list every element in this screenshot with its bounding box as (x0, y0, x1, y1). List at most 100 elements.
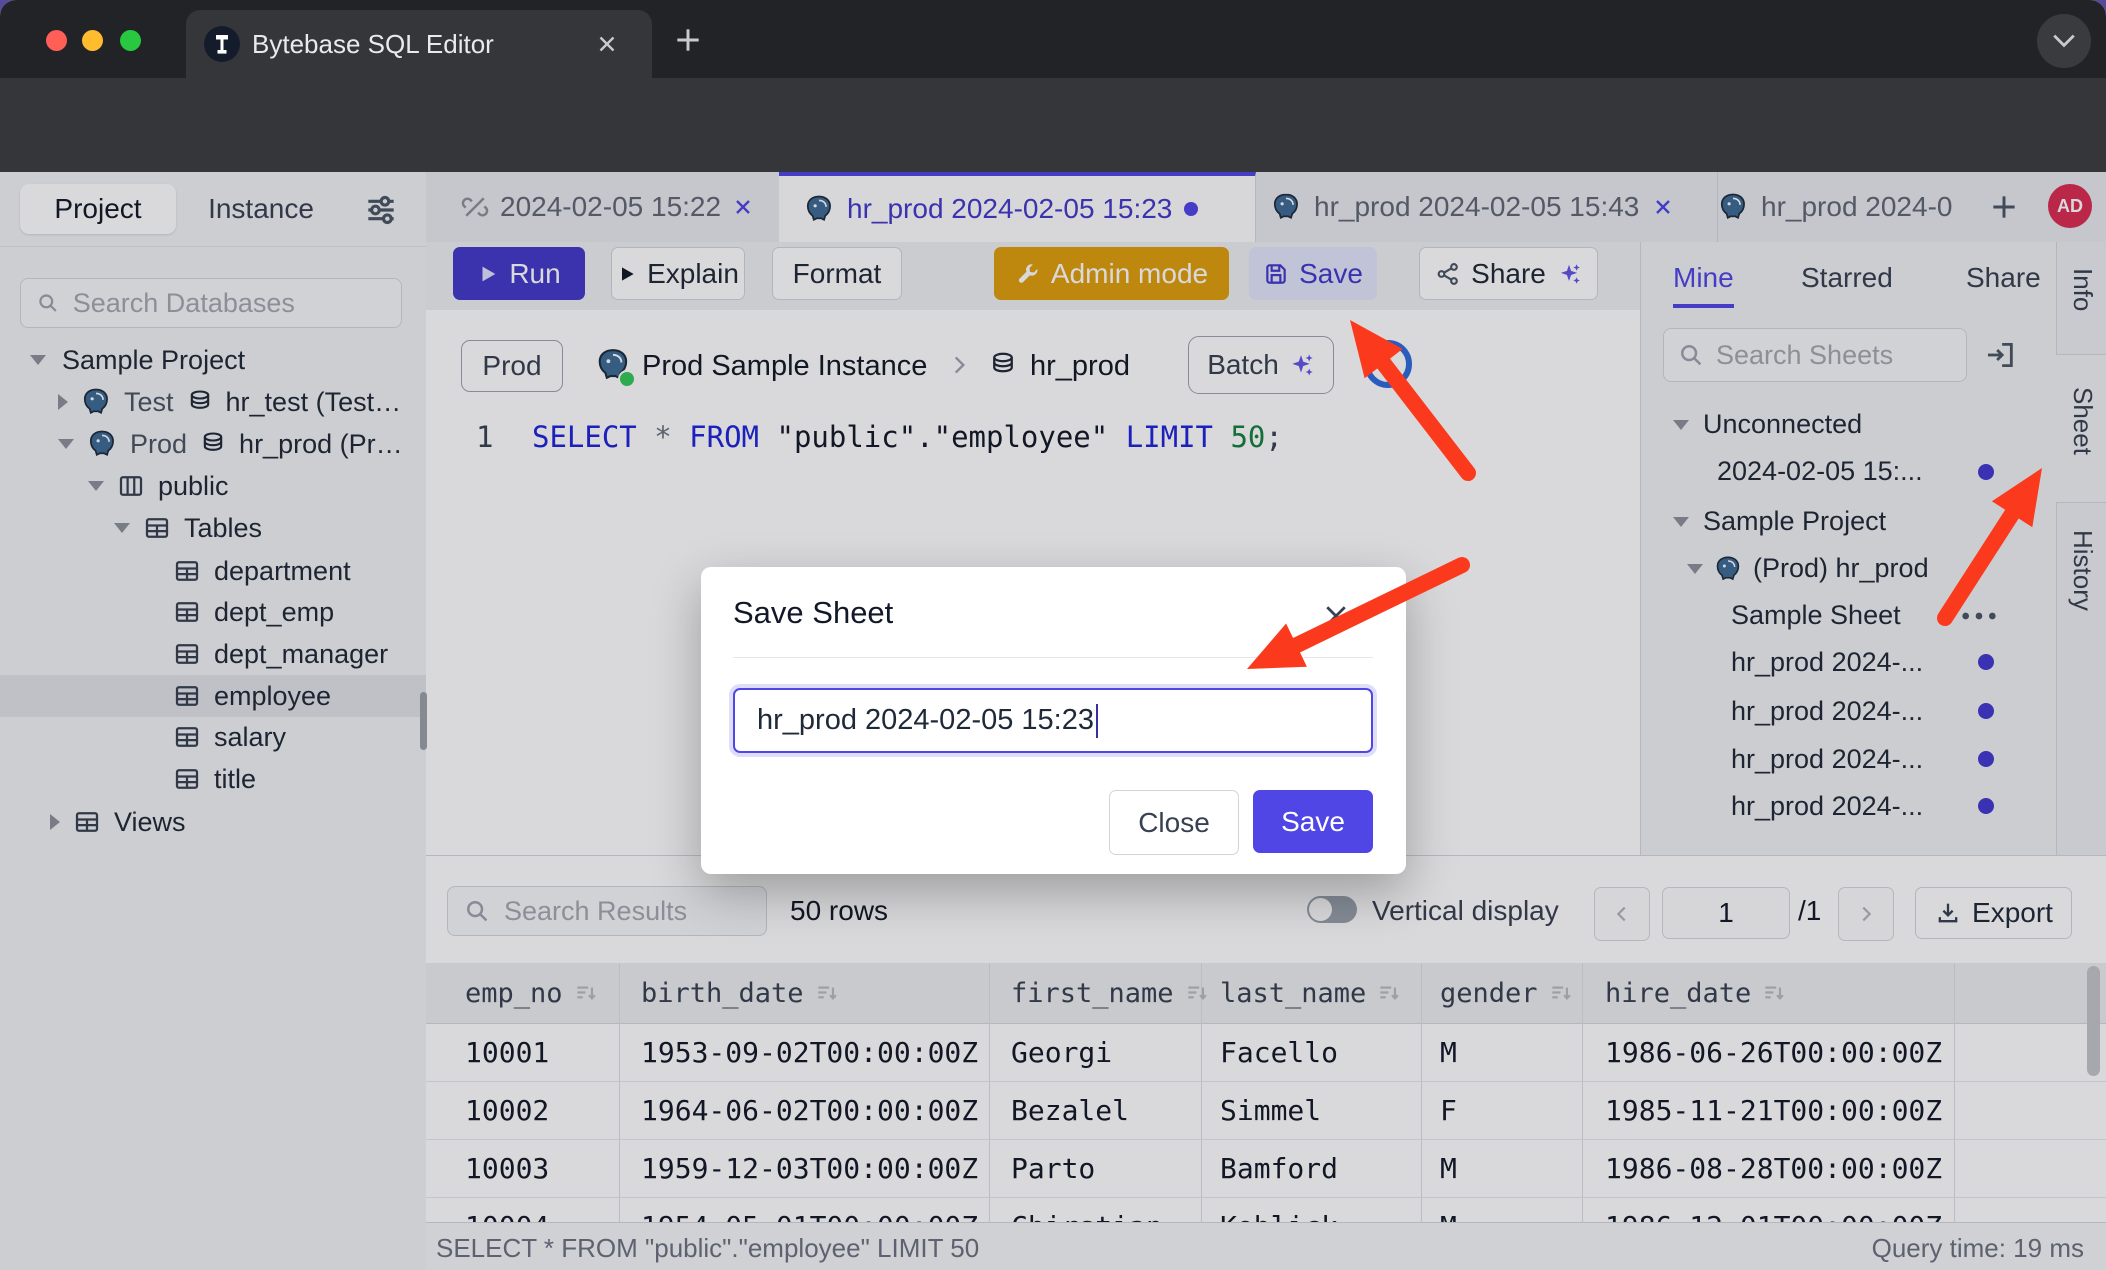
close-window-button[interactable] (46, 30, 67, 51)
save-button[interactable]: Save (1249, 247, 1377, 300)
minimize-window-button[interactable] (82, 30, 103, 51)
sort-icon[interactable] (573, 980, 599, 1006)
sidebar-resize-handle[interactable] (420, 692, 427, 750)
sort-icon[interactable] (1761, 980, 1787, 1006)
breadcrumb-database[interactable]: hr_prod (1030, 350, 1130, 383)
cell[interactable]: M (1440, 1197, 1457, 1223)
tree-item-public-schema[interactable]: public (88, 465, 229, 507)
cell[interactable]: Facello (1220, 1023, 1338, 1081)
column-header-birth-date[interactable]: birth_date (641, 963, 840, 1023)
save-confirm-button[interactable]: Save (1253, 790, 1373, 853)
sheet-item-2[interactable]: hr_prod 2024-... (1731, 688, 1923, 735)
cell[interactable]: M (1440, 1139, 1457, 1197)
sheet-group-unconnected[interactable]: Unconnected (1673, 401, 1862, 448)
tree-item-table-dept-emp[interactable]: dept_emp (172, 591, 334, 633)
side-tab-info[interactable]: Info (2067, 268, 2098, 311)
sheet-tab-1[interactable]: 2024-02-05 15:22 (450, 172, 790, 242)
cell[interactable]: 1953-09-02T00:00:00Z (641, 1023, 978, 1081)
tab-starred[interactable]: Starred (1801, 262, 1893, 294)
ellipsis-menu-icon[interactable] (1959, 604, 1999, 628)
sheet-group-sample-project[interactable]: Sample Project (1673, 498, 1886, 545)
new-tab-button[interactable] (672, 24, 704, 56)
sort-icon[interactable] (1548, 980, 1574, 1006)
column-header-last-name[interactable]: last_name (1220, 963, 1402, 1023)
tab-search-button[interactable] (2037, 14, 2091, 68)
explain-button[interactable]: Explain (611, 247, 745, 300)
sql-code-line[interactable]: SELECT * FROM "public"."employee" LIMIT … (532, 420, 1283, 454)
database-search[interactable] (20, 278, 402, 328)
user-avatar[interactable]: AD (2048, 184, 2092, 228)
results-search[interactable] (447, 886, 767, 936)
ai-assistant-icon[interactable] (1364, 340, 1412, 388)
tree-item-table-salary[interactable]: salary (172, 716, 286, 758)
cell[interactable]: Simmel (1220, 1081, 1321, 1139)
cell[interactable]: 1986-06-26T00:00:00Z (1605, 1023, 1942, 1081)
tree-item-hr-prod[interactable]: Prod hr_prod (Pr… (58, 423, 403, 465)
side-tab-history[interactable]: History (2067, 530, 2098, 611)
cell[interactable]: Chirstian (1011, 1197, 1163, 1223)
zoom-window-button[interactable] (120, 30, 141, 51)
sheet-tab-4[interactable]: hr_prod 2024-0 (1703, 172, 1987, 242)
browser-tab[interactable]: Bytebase SQL Editor (186, 10, 652, 78)
tree-item-tables-group[interactable]: Tables (114, 507, 262, 549)
results-search-input[interactable] (502, 895, 766, 928)
close-icon[interactable] (731, 195, 755, 219)
sort-icon[interactable] (1184, 980, 1210, 1006)
cell[interactable]: M (1440, 1023, 1457, 1081)
cell[interactable]: 10004 (465, 1197, 549, 1223)
side-tab-sheet[interactable]: Sheet (2067, 387, 2098, 455)
new-sheet-tab-button[interactable] (1988, 191, 2020, 223)
table-scrollbar[interactable] (2087, 966, 2100, 1076)
tab-project[interactable]: Project (20, 184, 176, 234)
export-button[interactable]: Export (1915, 887, 2072, 939)
batch-button[interactable]: Batch (1188, 336, 1334, 394)
format-button[interactable]: Format (772, 247, 902, 300)
cell[interactable]: 1954-05-01T00:00:00Z (641, 1197, 978, 1223)
cell[interactable]: Parto (1011, 1139, 1095, 1197)
cell[interactable]: 10001 (465, 1023, 549, 1081)
cell[interactable]: 10002 (465, 1081, 549, 1139)
sheet-item-sample-sheet[interactable]: Sample Sheet (1731, 592, 1901, 639)
tree-item-views-group[interactable]: Views (50, 801, 186, 843)
column-header-gender[interactable]: gender (1440, 963, 1574, 1023)
tree-item-table-employee[interactable]: employee (172, 675, 331, 717)
prev-page-button[interactable] (1594, 887, 1650, 941)
column-header-emp-no[interactable]: emp_no (465, 963, 599, 1023)
sheet-name-input[interactable]: hr_prod 2024-02-05 15:23 (733, 688, 1373, 753)
tab-instance[interactable]: Instance (196, 184, 326, 234)
breadcrumb-instance[interactable]: Prod Sample Instance (642, 350, 927, 383)
sheet-item-1[interactable]: hr_prod 2024-... (1731, 639, 1923, 686)
cell[interactable]: 1986-08-28T00:00:00Z (1605, 1139, 1942, 1197)
close-tab-icon[interactable] (594, 31, 620, 57)
sheet-item-unconnected-1[interactable]: 2024-02-05 15:... (1717, 448, 1923, 495)
tree-item-table-dept-manager[interactable]: dept_manager (172, 633, 388, 675)
cell[interactable]: 1959-12-03T00:00:00Z (641, 1139, 978, 1197)
cell[interactable]: Koblick (1220, 1197, 1338, 1223)
tree-item-table-department[interactable]: department (172, 550, 351, 592)
database-search-input[interactable] (71, 287, 401, 320)
close-button[interactable]: Close (1109, 790, 1239, 855)
cell[interactable]: 1964-06-02T00:00:00Z (641, 1081, 978, 1139)
run-button[interactable]: Run (453, 247, 585, 300)
tab-mine[interactable]: Mine (1673, 262, 1734, 308)
filter-sliders-icon[interactable] (362, 191, 400, 229)
cell[interactable]: Georgi (1011, 1023, 1112, 1081)
cell[interactable]: 1985-11-21T00:00:00Z (1605, 1081, 1942, 1139)
cell[interactable]: Bamford (1220, 1139, 1338, 1197)
sheet-search-input[interactable] (1714, 339, 1966, 372)
close-icon[interactable] (1321, 601, 1351, 631)
tree-item-table-title[interactable]: title (172, 758, 256, 800)
admin-mode-button[interactable]: Admin mode (994, 247, 1229, 300)
sort-icon[interactable] (814, 980, 840, 1006)
sort-icon[interactable] (1376, 980, 1402, 1006)
cell[interactable]: 1986-12-01T00:00:00Z (1605, 1197, 1942, 1223)
sheet-item-3[interactable]: hr_prod 2024-... (1731, 736, 1923, 783)
tree-item-sample-project[interactable]: Sample Project (30, 339, 245, 381)
sheet-item-4[interactable]: hr_prod 2024-... (1731, 783, 1923, 830)
vertical-display-toggle[interactable] (1307, 896, 1357, 923)
sheet-group-hr-prod[interactable]: (Prod) hr_prod (1687, 545, 1929, 592)
sheet-tab-2-active[interactable]: hr_prod 2024-02-05 15:23 (779, 172, 1256, 242)
column-header-first-name[interactable]: first_name (1011, 963, 1210, 1023)
tree-item-hr-test[interactable]: Test hr_test (Test… (58, 381, 401, 423)
next-page-button[interactable] (1838, 887, 1894, 941)
